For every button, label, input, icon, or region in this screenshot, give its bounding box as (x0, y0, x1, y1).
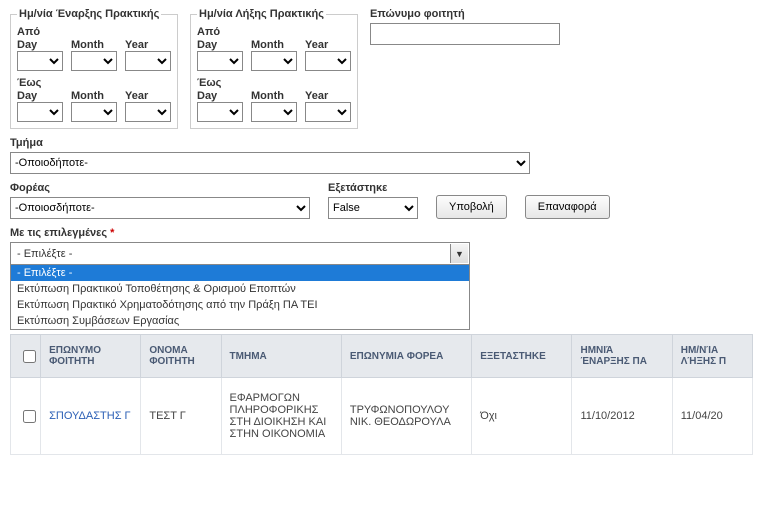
table-row: ΣΠΟΥΔΑΣΤΗΣ Γ ΤΕΣΤ Γ ΕΦΑΡΜΟΓΩΝ ΠΛΗΡΟΦΟΡΙΚ… (11, 378, 753, 455)
results-table: ΕΠΩΝΥΜΟ ΦΟΙΤΗΤΗ ΟΝΟΜΑ ΦΟΙΤΗΤΗ ΤΜΗΜΑ ΕΠΩΝ… (10, 334, 753, 455)
end-to-month-select[interactable] (251, 102, 297, 122)
body-label: Φορέας (10, 182, 310, 194)
from-label: Από (17, 26, 171, 38)
col-start[interactable]: ΗΜΝΙΆ ΈΝΑΡΞΗΣ ΠΑ (572, 335, 672, 378)
start-to-year-select[interactable] (125, 102, 171, 122)
start-from-month-select[interactable] (71, 51, 117, 71)
bulk-option[interactable]: - Επιλέξτε - (11, 265, 469, 281)
dept-row: Τμήμα -Οποιοδήποτε- (10, 137, 753, 174)
reset-button[interactable]: Επαναφορά (525, 195, 610, 219)
to-label: Έως (17, 77, 171, 89)
end-to-year-select[interactable] (305, 102, 351, 122)
col-end[interactable]: ΗΜ/ΝΊΑ ΛΉΞΗΣ Π (672, 335, 752, 378)
col-surname[interactable]: ΕΠΩΝΥΜΟ ΦΟΙΤΗΤΗ (41, 335, 141, 378)
chevron-down-icon: ▼ (450, 244, 468, 263)
col-examined[interactable]: ΕΞΕΤΑΣΤΗΚΕ (472, 335, 572, 378)
examined-select[interactable]: False (328, 197, 418, 219)
dept-label: Τμήμα (10, 137, 753, 149)
surname-input[interactable] (370, 23, 560, 45)
end-date-legend: Ημ/νία Λήξης Πρακτικής (197, 8, 326, 20)
day-label: Day (17, 39, 63, 51)
cell-examined: Όχι (472, 378, 572, 455)
cell-name: ΤΕΣΤ Γ (141, 378, 221, 455)
year-label: Year (125, 39, 171, 51)
cell-start: 11/10/2012 (572, 378, 672, 455)
cell-body: ΤΡΥΦΩΝΟΠΟΥΛΟΥ ΝΙΚ. ΘΕΟΔΩΡΟΥΛΑ (341, 378, 471, 455)
col-body[interactable]: ΕΠΩΝΥΜΙΑ ΦΟΡΕΑ (341, 335, 471, 378)
month-label: Month (71, 39, 117, 51)
col-name[interactable]: ΟΝΟΜΑ ΦΟΙΤΗΤΗ (141, 335, 221, 378)
required-star: * (110, 227, 114, 239)
surname-label: Επώνυμο φοιτητή (370, 8, 560, 20)
start-from-year-select[interactable] (125, 51, 171, 71)
submit-button[interactable]: Υποβολή (436, 195, 507, 219)
end-from-month-select[interactable] (251, 51, 297, 71)
end-date-fieldset: Ημ/νία Λήξης Πρακτικής Από Day Month Yea… (190, 8, 358, 129)
bulk-action-field: Με τις επιλεγμένες * - Επιλέξτε - ▼ - Επ… (10, 227, 470, 330)
end-to-day-select[interactable] (197, 102, 243, 122)
bulk-option[interactable]: Εκτύπωση Πρακτικό Χρηματοδότησης από την… (11, 297, 469, 313)
select-all-checkbox[interactable] (23, 350, 36, 363)
bulk-select[interactable]: - Επιλέξτε - ▼ (11, 243, 469, 265)
start-to-month-select[interactable] (71, 102, 117, 122)
cell-dept: ΕΦΑΡΜΟΓΩΝ ΠΛΗΡΟΦΟΡΙΚΗΣ ΣΤΗ ΔΙΟΙΚΗΣΗ ΚΑΙ … (221, 378, 341, 455)
cell-end: 11/04/20 (672, 378, 752, 455)
start-to-day-select[interactable] (17, 102, 63, 122)
start-date-legend: Ημ/νία Έναρξης Πρακτικής (17, 8, 161, 20)
bulk-option[interactable]: Εκτύπωση Πρακτικού Τοποθέτησης & Ορισμού… (11, 281, 469, 297)
start-from-day-select[interactable] (17, 51, 63, 71)
surname-field: Επώνυμο φοιτητή (370, 8, 560, 129)
start-date-fieldset: Ημ/νία Έναρξης Πρακτικής Από Day Month Y… (10, 8, 178, 129)
col-dept[interactable]: ΤΜΗΜΑ (221, 335, 341, 378)
examined-label: Εξετάστηκε (328, 182, 418, 194)
bulk-options-list: - Επιλέξτε - Εκτύπωση Πρακτικού Τοποθέτη… (11, 265, 469, 329)
end-from-year-select[interactable] (305, 51, 351, 71)
body-select[interactable]: -Οποιοσδήποτε- (10, 197, 310, 219)
cell-surname[interactable]: ΣΠΟΥΔΑΣΤΗΣ Γ (41, 378, 141, 455)
bulk-option[interactable]: Εκτύπωση Συμβάσεων Εργασίας (11, 313, 469, 329)
bulk-label: Με τις επιλεγμένες (10, 227, 107, 239)
end-from-day-select[interactable] (197, 51, 243, 71)
dept-select[interactable]: -Οποιοδήποτε- (10, 152, 530, 174)
row-checkbox[interactable] (23, 410, 36, 423)
